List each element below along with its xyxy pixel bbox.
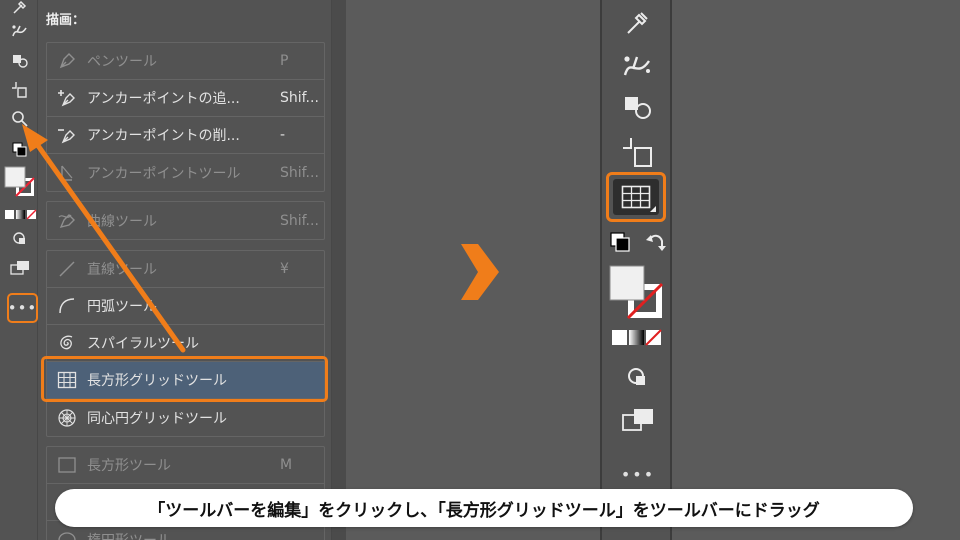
tool-group-line: 直線ツール ¥ 円弧ツール スパイラルツール 長方形グリッドツール 同心円グリッ…	[46, 250, 325, 437]
direction-arrow-icon	[461, 244, 499, 300]
left-toolbar: •••	[0, 0, 38, 540]
tool-row-rectangle[interactable]: 長方形ツール M	[47, 447, 324, 484]
polar-grid-icon	[56, 407, 78, 429]
instruction-caption: 「ツールバーを編集」をクリックし、「長方形グリッドツール」をツールバーにドラッグ	[55, 489, 913, 527]
line-segment-icon	[56, 258, 78, 280]
tool-label: スパイラルツール	[87, 336, 199, 352]
tool-group-pen: ペンツール P アンカーポイントの追... Shif... アンカーポイントの削…	[46, 42, 325, 192]
tool-label: 同心円グリッドツール	[87, 410, 227, 427]
more-dots-icon: •••	[7, 299, 38, 317]
puppet-warp-icon[interactable]	[620, 48, 656, 84]
tool-row-arc[interactable]: 円弧ツール	[47, 288, 324, 325]
flyout-corner-icon	[650, 206, 656, 212]
tool-row-pen[interactable]: ペンツール P	[47, 43, 324, 80]
tool-label: 長方形グリッドツール	[87, 373, 227, 389]
tool-shortcut: ¥	[280, 261, 289, 277]
swap-colors-icon[interactable]	[642, 228, 670, 256]
rectangular-grid-tool-button[interactable]	[606, 172, 666, 222]
default-colors-icon[interactable]	[606, 228, 634, 256]
shape-builder-icon[interactable]	[9, 50, 31, 72]
tool-label: アンカーポイントツール	[87, 165, 241, 182]
tool-row-spiral[interactable]: スパイラルツール	[47, 325, 324, 362]
tool-row-polar-grid[interactable]: 同心円グリッドツール	[47, 399, 324, 436]
tool-label: アンカーポイントの追...	[87, 91, 240, 107]
pen-icon	[56, 50, 78, 72]
arc-icon	[56, 295, 78, 317]
curvature-icon	[56, 210, 78, 232]
puppet-warp-icon[interactable]	[9, 20, 31, 42]
caption-text: 「ツールバーを編集」をクリックし、「長方形グリッドツール」をツールバーにドラッグ	[148, 500, 820, 521]
spiral-icon	[56, 332, 78, 354]
tool-shortcut: P	[280, 53, 289, 69]
zoom-icon[interactable]	[9, 108, 31, 130]
edit-toolbar-button[interactable]: •••	[7, 293, 38, 323]
tool-shortcut: Shif...	[280, 90, 319, 106]
draw-mode-icon[interactable]	[9, 228, 31, 250]
rectangle-icon	[56, 454, 78, 476]
shape-builder-icon[interactable]	[620, 90, 656, 126]
section-title-draw: 描画：	[46, 13, 86, 28]
screen-mode-icon[interactable]	[9, 257, 31, 279]
tool-label: ペンツール	[87, 54, 157, 70]
ellipse-icon	[56, 529, 78, 540]
delete-anchor-icon	[56, 124, 78, 146]
color-mode-icon[interactable]	[5, 204, 37, 226]
eyedropper-icon[interactable]	[620, 4, 656, 40]
artboard-icon[interactable]	[620, 134, 656, 170]
tool-row-delete-anchor[interactable]: アンカーポイントの削... -	[47, 117, 324, 154]
tool-label: 曲線ツール	[87, 213, 157, 230]
tool-label: 楕円形ツール	[87, 530, 280, 540]
flyout-scrollbar[interactable]	[332, 0, 346, 540]
fill-stroke-icon[interactable]	[608, 264, 664, 320]
tool-shortcut: Shif...	[280, 164, 319, 181]
tool-row-line-segment[interactable]: 直線ツール ¥	[47, 251, 324, 288]
rectangular-grid-icon	[56, 369, 78, 391]
tool-row-add-anchor[interactable]: アンカーポイントの追... Shif...	[47, 80, 324, 117]
default-colors-icon[interactable]	[9, 139, 31, 161]
tool-label: 円弧ツール	[87, 299, 157, 315]
edit-toolbar-button[interactable]: •••	[620, 465, 656, 484]
tool-row-curvature[interactable]: 曲線ツール Shif...	[47, 202, 324, 239]
tool-row-rectangular-grid[interactable]: 長方形グリッドツール	[47, 362, 324, 399]
eyedropper-icon[interactable]	[9, 0, 31, 18]
screen-mode-icon[interactable]	[616, 402, 660, 438]
tool-label: 直線ツール	[87, 262, 157, 278]
tool-shortcut: -	[280, 127, 286, 143]
tool-shortcut: Shif...	[280, 212, 319, 229]
all-tools-drawer: 描画： ペンツール P アンカーポイントの追... Shif... アンカーポイ…	[38, 0, 332, 540]
tool-label: アンカーポイントの削...	[87, 128, 240, 144]
tool-row-anchor-point[interactable]: アンカーポイントツール Shif...	[47, 154, 324, 191]
rectangular-grid-icon	[621, 185, 651, 209]
fill-stroke-icon[interactable]	[4, 166, 36, 198]
add-anchor-icon	[56, 87, 78, 109]
color-mode-icon[interactable]	[611, 326, 663, 350]
draw-mode-icon[interactable]	[620, 360, 656, 396]
anchor-point-icon	[56, 162, 78, 184]
right-toolbar: •••	[600, 0, 672, 540]
tool-label: 長方形ツール	[87, 458, 171, 474]
tool-shortcut: M	[280, 457, 293, 473]
tool-group-curvature: 曲線ツール Shif...	[46, 201, 325, 240]
artboard-icon[interactable]	[9, 79, 31, 101]
